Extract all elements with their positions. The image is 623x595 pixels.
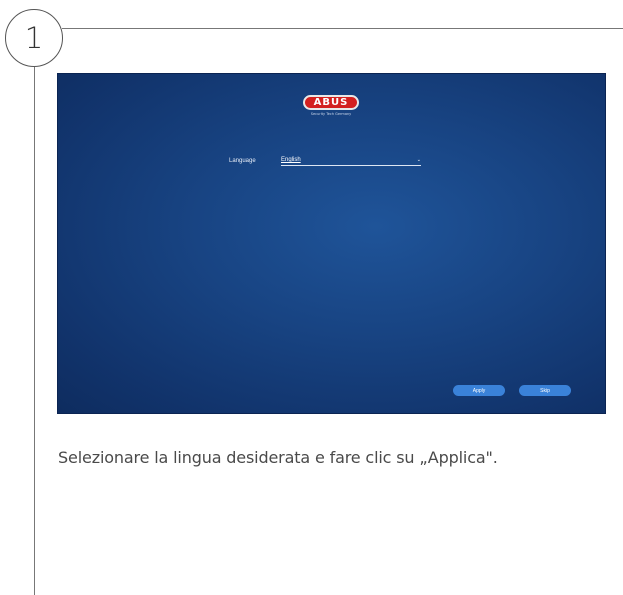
setup-wizard-screen: ABUS Security Tech Germany Language Engl… (57, 73, 606, 414)
side-rule (34, 67, 35, 595)
apply-button[interactable]: Apply (453, 385, 505, 396)
logo-tagline: Security Tech Germany (310, 112, 352, 116)
header-rule (62, 28, 623, 29)
skip-button[interactable]: Skip (519, 385, 571, 396)
language-selected-value: English (281, 157, 301, 163)
language-dropdown[interactable]: English ⌄ (281, 157, 421, 166)
language-label: Language (229, 158, 256, 164)
instruction-caption: Selezionare la lingua desiderata e fare … (58, 448, 498, 467)
step-number-badge: 1 (5, 9, 63, 67)
chevron-down-icon: ⌄ (416, 157, 421, 163)
logo-text: ABUS (313, 96, 349, 108)
abus-logo: ABUS (303, 95, 359, 110)
